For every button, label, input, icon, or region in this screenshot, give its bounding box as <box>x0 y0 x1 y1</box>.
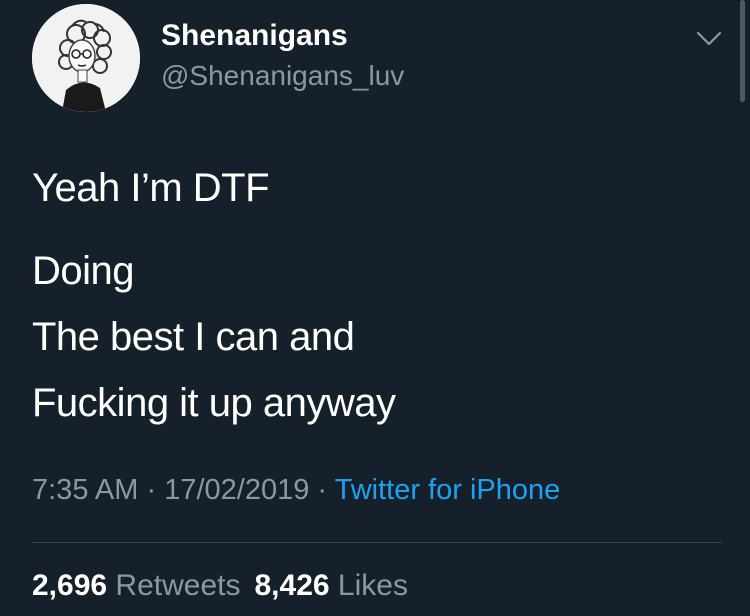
meta-separator: · <box>309 474 335 506</box>
avatar[interactable] <box>32 4 140 112</box>
tweet-text: Yeah I’m DTF Doing The best I can and Fu… <box>32 164 722 436</box>
divider <box>32 542 722 543</box>
tweet-line: Fucking it up anyway <box>32 381 396 425</box>
tweet-line: The best I can and <box>32 315 355 359</box>
tweet-meta: 7:35 AM · 17/02/2019 · Twitter for iPhon… <box>32 472 560 508</box>
retweets-count: 2,696 <box>32 569 108 602</box>
likes-stat[interactable]: 8,426 Likes <box>254 569 407 602</box>
likes-count: 8,426 <box>254 569 330 602</box>
tweet-stats: 2,696 Retweets 8,426 Likes <box>32 567 408 605</box>
tweet-line: Doing <box>32 249 135 293</box>
likes-label: Likes <box>337 569 408 602</box>
author-display-name[interactable]: Shenanigans <box>161 17 348 55</box>
scrollbar[interactable] <box>740 0 745 102</box>
tweet-line: Yeah I’m DTF <box>32 166 270 210</box>
avatar-illustration <box>32 4 140 112</box>
meta-separator: · <box>138 474 165 506</box>
tweet-date: 17/02/2019 <box>164 474 310 506</box>
tweet-source-link[interactable]: Twitter for iPhone <box>335 474 561 506</box>
retweets-label: Retweets <box>115 569 241 602</box>
tweet-time: 7:35 AM <box>32 474 139 506</box>
author-handle[interactable]: @Shenanigans_luv <box>161 58 404 94</box>
retweets-stat[interactable]: 2,696 Retweets <box>32 569 240 602</box>
chevron-down-icon[interactable] <box>694 26 724 50</box>
